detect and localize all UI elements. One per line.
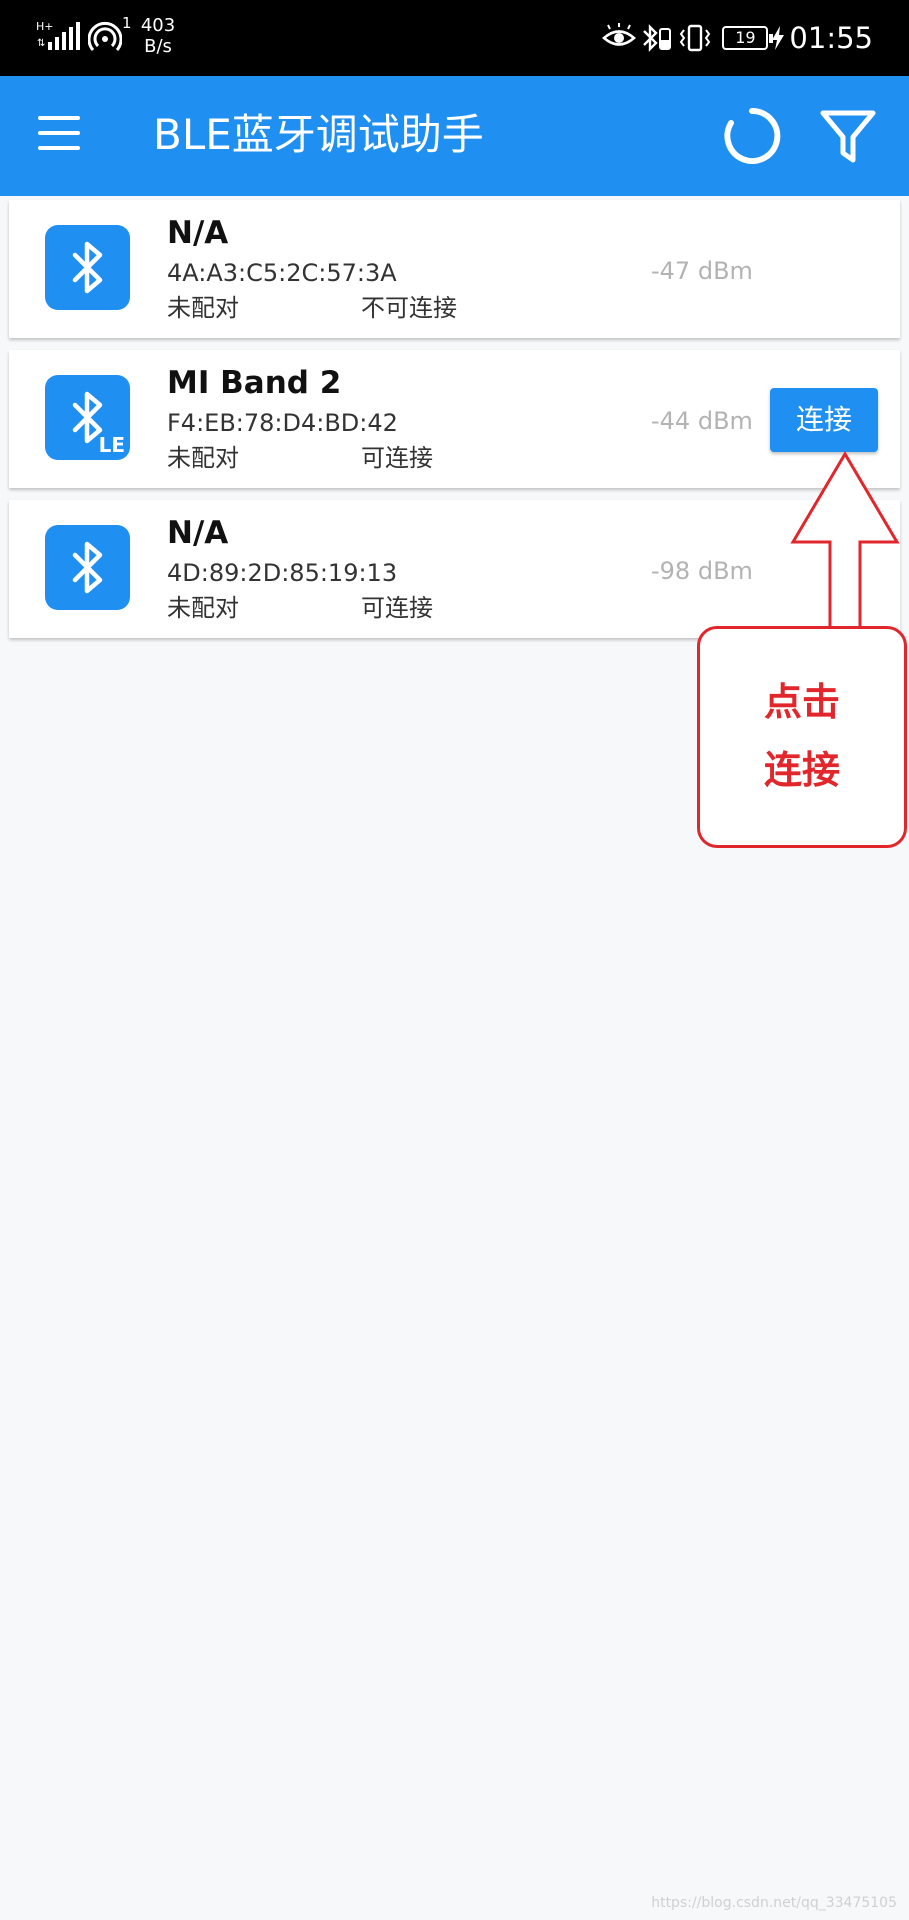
annotation-line-1: 点击 [763,680,840,724]
signal-icon: H+ ⇅ [36,20,80,50]
status-bar: H+ ⇅ 1 403 B/s 19 01:55 [0,0,909,76]
filter-icon[interactable] [818,106,878,166]
network-speed-unit: B/s [144,36,172,57]
device-rssi: -98 dBm [651,557,753,585]
hotspot-icon [88,21,122,51]
annotation-callout: 点击 连接 [697,626,907,848]
eye-comfort-icon [602,23,637,46]
device-mac: 4A:A3:C5:2C:57:3A [167,259,397,287]
device-name: MI Band 2 [167,365,342,401]
device-name: N/A [167,215,229,251]
status-icons: 19 01:55 [602,20,873,56]
bluetooth-le-device-icon: LE [45,375,130,460]
annotation-arrow-icon [790,451,900,628]
device-card[interactable]: LE MI Band 2 F4:EB:78:D4:BD:42 未配对 可连接 -… [9,350,900,488]
refresh-icon[interactable] [722,106,782,166]
bluetooth-device-icon [45,225,130,310]
le-badge: LE [98,433,125,457]
app-bar: BLE蓝牙调试助手 [0,76,909,196]
device-card[interactable]: N/A 4D:89:2D:85:19:13 未配对 可连接 -98 dBm [9,500,900,638]
network-badge: 1 [122,14,132,32]
app-title: BLE蓝牙调试助手 [153,110,484,159]
device-mac: F4:EB:78:D4:BD:42 [167,409,398,437]
device-mac: 4D:89:2D:85:19:13 [167,559,398,587]
watermark: https://blog.csdn.net/qq_33475105 [651,1895,897,1911]
bluetooth-battery-icon [643,24,672,52]
device-rssi: -44 dBm [651,407,753,435]
device-connectable: 可连接 [361,594,433,622]
device-card[interactable]: N/A 4A:A3:C5:2C:57:3A 未配对 不可连接 -47 dBm [9,200,900,338]
device-bond-state: 未配对 [167,594,239,622]
device-connectable: 可连接 [361,444,433,472]
svg-text:⇅: ⇅ [37,38,45,49]
device-name: N/A [167,515,229,551]
vibrate-icon [680,24,711,52]
network-speed: 403 B/s [138,15,178,57]
device-bond-state: 未配对 [167,294,239,322]
svg-text:H+: H+ [36,20,54,33]
annotation-line-2: 连接 [763,748,840,792]
network-speed-value: 403 [140,15,176,36]
device-rssi: -47 dBm [651,257,753,285]
menu-icon[interactable] [38,116,80,150]
device-bond-state: 未配对 [167,444,239,472]
battery-icon: 19 [722,26,774,50]
charging-icon [772,26,785,50]
clock: 01:55 [789,21,873,55]
connect-button[interactable]: 连接 [770,388,878,452]
bluetooth-device-icon [45,525,130,610]
device-connectable: 不可连接 [361,294,457,322]
